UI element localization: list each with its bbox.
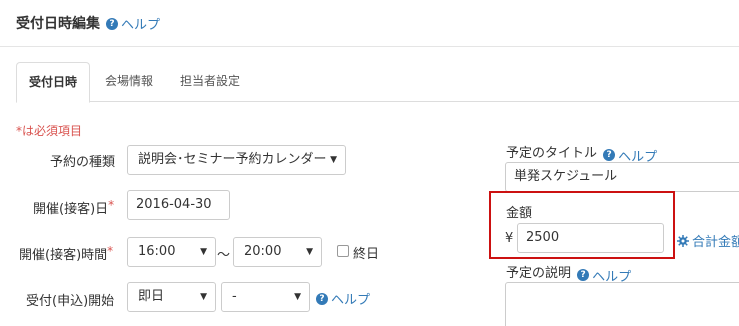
total-amount-link[interactable]: 合計金額 bbox=[677, 231, 739, 250]
event-date-input[interactable]: 2016-04-30 bbox=[127, 190, 230, 220]
reception-start-sub-select[interactable]: - ▼ bbox=[221, 282, 310, 312]
header-help-label: ヘルプ bbox=[121, 18, 161, 33]
tab-bar: 受付日時 会場情報 担当者設定 bbox=[16, 62, 739, 103]
caret-down-icon: ▼ bbox=[306, 247, 313, 257]
schedule-title-input[interactable]: 単発スケジュール bbox=[505, 162, 739, 192]
event-time-label-text: 開催(接客)時間 bbox=[19, 248, 108, 263]
end-time-value: 20:00 bbox=[244, 244, 282, 259]
gear-icon bbox=[677, 234, 689, 247]
reception-start-value: 即日 bbox=[138, 289, 165, 304]
amount-input[interactable]: 2500 bbox=[517, 223, 664, 253]
caret-down-icon: ▼ bbox=[294, 292, 301, 302]
header-help-link[interactable]: ? ヘルプ bbox=[106, 14, 160, 33]
description-label-text: 予定の説明 bbox=[506, 266, 572, 281]
caret-down-icon: ▼ bbox=[200, 292, 207, 302]
start-time-value: 16:00 bbox=[138, 244, 176, 259]
required-asterisk: * bbox=[108, 198, 115, 212]
reception-start-select[interactable]: 即日 ▼ bbox=[127, 282, 216, 312]
event-date-label-text: 開催(接客)日 bbox=[33, 202, 109, 217]
reservation-type-label: 予約の種類 bbox=[50, 155, 116, 170]
caret-down-icon: ▼ bbox=[200, 247, 207, 257]
required-note: *は必須項目 bbox=[16, 124, 83, 138]
all-day-checkbox[interactable] bbox=[337, 245, 349, 257]
start-time-select[interactable]: 16:00 ▼ bbox=[127, 237, 216, 267]
reservation-type-value: 説明会･セミナー予約カレンダー bbox=[138, 152, 327, 167]
reception-start-sub-value: - bbox=[232, 289, 237, 304]
end-time-select[interactable]: 20:00 ▼ bbox=[233, 237, 322, 267]
reception-start-label: 受付(申込)開始 bbox=[26, 294, 115, 309]
help-circle-icon: ? bbox=[106, 17, 118, 30]
tab-staff-settings[interactable]: 担当者設定 bbox=[168, 62, 252, 102]
all-day-label: 終日 bbox=[353, 247, 380, 262]
event-time-label: 開催(接客)時間* bbox=[19, 244, 113, 263]
time-separator: ～ bbox=[217, 248, 231, 263]
help-circle-icon: ? bbox=[577, 269, 590, 281]
tab-reception-datetime[interactable]: 受付日時 bbox=[16, 62, 90, 103]
event-date-label: 開催(接客)日* bbox=[33, 198, 114, 217]
reception-start-help-label: ヘルプ bbox=[331, 293, 371, 308]
page-header: 受付日時編集 ? ヘルプ bbox=[0, 0, 739, 47]
caret-down-icon: ▼ bbox=[330, 155, 337, 165]
help-circle-icon: ? bbox=[603, 149, 616, 161]
amount-label: 金額 bbox=[506, 206, 533, 221]
help-circle-icon: ? bbox=[316, 292, 328, 305]
required-asterisk: * bbox=[107, 244, 114, 258]
currency-symbol: ¥ bbox=[505, 231, 514, 246]
total-amount-label: 合計金額 bbox=[692, 235, 739, 250]
reservation-type-select[interactable]: 説明会･セミナー予約カレンダー ▼ bbox=[127, 145, 346, 175]
description-textarea[interactable] bbox=[505, 282, 739, 326]
tab-venue-info[interactable]: 会場情報 bbox=[93, 62, 165, 102]
reception-start-help-link[interactable]: ? ヘルプ bbox=[316, 289, 370, 308]
schedule-title-label-text: 予定のタイトル bbox=[506, 146, 598, 161]
page-title: 受付日時編集 bbox=[16, 16, 100, 32]
